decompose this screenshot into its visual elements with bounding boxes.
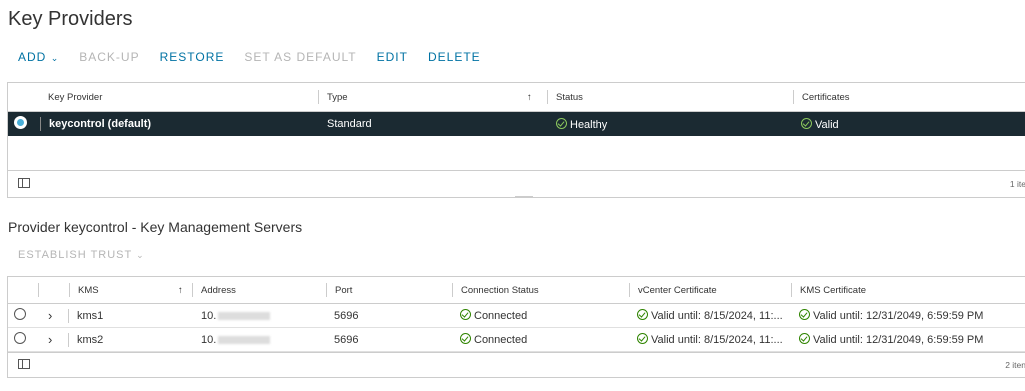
establish-trust-button[interactable]: ESTABLISH TRUST ⌄ bbox=[18, 249, 145, 261]
radio-icon bbox=[14, 332, 26, 344]
row-radio[interactable] bbox=[8, 308, 38, 323]
edit-button[interactable]: EDIT bbox=[377, 50, 408, 64]
servers-grid: KMS ↑ Address Port Connection Status vCe… bbox=[7, 276, 1025, 378]
column-divider bbox=[38, 283, 39, 297]
restore-button[interactable]: RESTORE bbox=[160, 50, 225, 64]
check-circle-icon bbox=[637, 333, 648, 344]
provider-status: Healthy bbox=[548, 117, 793, 131]
resize-handle[interactable] bbox=[515, 196, 533, 198]
kms-address-prefix: 10. bbox=[201, 309, 217, 322]
table-row[interactable]: › kms1 10. 5696 Connected Valid until: 8… bbox=[8, 304, 1025, 328]
provider-type: Standard bbox=[327, 118, 372, 130]
column-header-kms-certificate[interactable]: KMS Certificate bbox=[792, 285, 1012, 296]
row-radio[interactable] bbox=[8, 332, 38, 347]
kms-address-prefix: 10. bbox=[201, 333, 217, 346]
table-row[interactable]: › kms2 10. 5696 Connected Valid until: 8… bbox=[8, 328, 1025, 352]
page-title: Key Providers bbox=[8, 8, 133, 30]
connection-status: Connected bbox=[452, 309, 629, 322]
column-toggle-icon[interactable] bbox=[8, 178, 48, 190]
providers-grid: Key Provider Type ↑ Status Certificates … bbox=[7, 82, 1025, 198]
chevron-down-icon: ⌄ bbox=[136, 250, 145, 260]
delete-button[interactable]: DELETE bbox=[428, 50, 481, 64]
kms-port: 5696 bbox=[334, 333, 359, 346]
kms-name: kms1 bbox=[77, 309, 104, 322]
redacted-block bbox=[218, 335, 271, 344]
provider-certificates-label: Valid bbox=[815, 118, 839, 131]
kms-address: 10. bbox=[192, 334, 326, 346]
servers-item-count: 2 iten bbox=[1005, 360, 1025, 370]
connection-status-label: Connected bbox=[474, 334, 528, 346]
kms-certificate: Valid until: 12/31/2049, 6:59:59 PM bbox=[791, 309, 1011, 322]
providers-footer: 1 ite bbox=[8, 170, 1025, 197]
kms-address: 10. bbox=[192, 310, 326, 322]
column-header-type[interactable]: Type bbox=[319, 92, 519, 103]
column-header-status[interactable]: Status bbox=[548, 92, 793, 103]
column-header-certificates[interactable]: Certificates bbox=[794, 92, 1014, 103]
kms-name: kms2 bbox=[77, 333, 104, 346]
column-header-port[interactable]: Port bbox=[327, 285, 452, 296]
establish-trust-label: ESTABLISH TRUST bbox=[18, 249, 133, 261]
provider-row-selected[interactable]: keycontrol (default) Standard Healthy Va… bbox=[8, 112, 1025, 136]
empty-grid-space bbox=[8, 136, 1025, 170]
vcenter-certificate: Valid until: 8/15/2024, 11:... bbox=[629, 333, 791, 346]
providers-item-count: 1 ite bbox=[1009, 179, 1025, 189]
column-header-kms[interactable]: KMS bbox=[70, 285, 170, 296]
kms-certificate-label: Valid until: 12/31/2049, 6:59:59 PM bbox=[813, 334, 984, 346]
chevron-down-icon: ⌄ bbox=[50, 53, 60, 63]
key-provider-name: keycontrol (default) bbox=[49, 118, 152, 130]
column-toggle-icon[interactable] bbox=[8, 359, 48, 371]
servers-header: KMS ↑ Address Port Connection Status vCe… bbox=[8, 277, 1025, 304]
kms-certificate-label: Valid until: 12/31/2049, 6:59:59 PM bbox=[813, 310, 984, 322]
vcenter-certificate: Valid until: 8/15/2024, 11:... bbox=[629, 309, 791, 322]
backup-button[interactable]: BACK-UP bbox=[79, 50, 139, 64]
column-header-connection-status[interactable]: Connection Status bbox=[453, 285, 629, 296]
check-circle-icon bbox=[799, 309, 810, 320]
servers-section-title: Provider keycontrol - Key Management Ser… bbox=[8, 219, 303, 235]
column-header-key-provider[interactable]: Key Provider bbox=[40, 92, 318, 103]
check-circle-icon bbox=[801, 117, 812, 129]
add-label: ADD bbox=[18, 50, 47, 64]
kms-port: 5696 bbox=[334, 309, 359, 322]
connection-status-label: Connected bbox=[474, 310, 528, 322]
set-default-button[interactable]: SET AS DEFAULT bbox=[244, 50, 356, 64]
vcenter-certificate-label: Valid until: 8/15/2024, 11:... bbox=[651, 310, 783, 322]
check-circle-icon bbox=[460, 333, 471, 344]
provider-toolbar: ADD ⌄ BACK-UP RESTORE SET AS DEFAULT EDI… bbox=[18, 50, 501, 64]
radio-icon bbox=[14, 308, 26, 320]
providers-header: Key Provider Type ↑ Status Certificates bbox=[8, 83, 1025, 112]
connection-status: Connected bbox=[452, 333, 629, 346]
chevron-right-icon[interactable]: › bbox=[38, 308, 68, 323]
check-circle-icon bbox=[799, 333, 810, 344]
provider-certificates: Valid bbox=[793, 117, 1013, 131]
kms-certificate: Valid until: 12/31/2049, 6:59:59 PM bbox=[791, 333, 1011, 346]
vcenter-certificate-label: Valid until: 8/15/2024, 11:... bbox=[651, 334, 783, 346]
radio-selected-icon bbox=[14, 116, 27, 129]
sort-up-icon[interactable]: ↑ bbox=[519, 92, 547, 103]
check-circle-icon bbox=[556, 117, 567, 129]
column-header-vcenter-certificate[interactable]: vCenter Certificate bbox=[630, 285, 791, 296]
check-circle-icon bbox=[460, 309, 471, 320]
provider-status-label: Healthy bbox=[570, 118, 608, 131]
sort-up-icon[interactable]: ↑ bbox=[170, 285, 192, 296]
add-button[interactable]: ADD ⌄ bbox=[18, 50, 59, 64]
row-radio[interactable] bbox=[8, 116, 40, 132]
servers-footer: 2 iten bbox=[8, 352, 1025, 377]
check-circle-icon bbox=[637, 309, 648, 320]
chevron-right-icon[interactable]: › bbox=[38, 332, 68, 347]
redacted-block bbox=[218, 311, 271, 320]
column-header-address[interactable]: Address bbox=[193, 285, 326, 296]
